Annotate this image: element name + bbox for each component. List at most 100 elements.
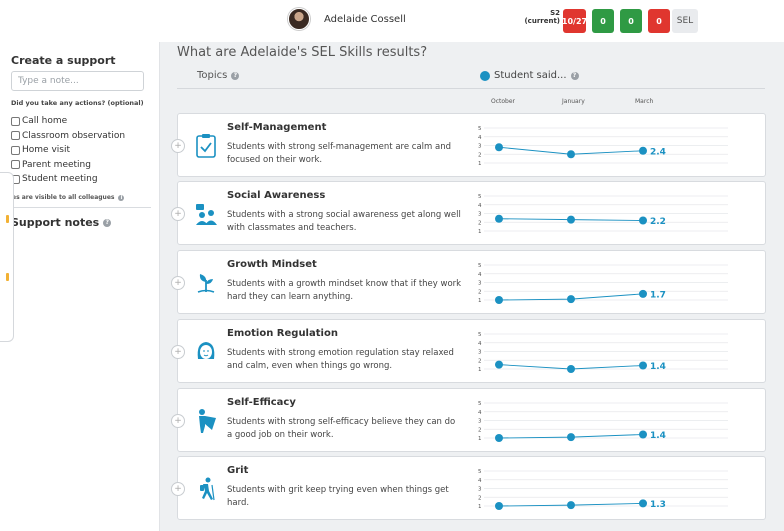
- y-tick-label: 4: [478, 272, 482, 278]
- value-label: 1.4: [650, 431, 666, 441]
- skill-title: Self-Efficacy: [227, 397, 296, 408]
- action-home-visit[interactable]: Home visit: [11, 143, 125, 158]
- y-tick-label: 2: [478, 495, 482, 501]
- visibility-note: Notes are visible to all colleagues i: [0, 194, 125, 201]
- superhero-icon: [199, 409, 216, 433]
- info-icon[interactable]: ?: [231, 71, 240, 80]
- collapse-handle[interactable]: [0, 172, 14, 342]
- topics-header: Topics ?: [197, 70, 240, 81]
- skill-title: Growth Mindset: [227, 259, 317, 270]
- value-label: 1.3: [650, 500, 666, 510]
- y-tick-label: 1: [478, 436, 482, 442]
- data-point: [495, 296, 503, 304]
- data-point: [495, 434, 503, 442]
- skill-trend-chart: 1 2 3 4 5 1.4: [478, 401, 728, 442]
- checkbox[interactable]: [11, 145, 20, 155]
- action-call-home[interactable]: Call home: [11, 114, 125, 129]
- data-point: [495, 502, 503, 510]
- month-label-january: January: [562, 98, 585, 105]
- data-point: [639, 289, 647, 298]
- expand-button[interactable]: +: [171, 276, 185, 290]
- expand-button[interactable]: +: [171, 207, 185, 221]
- assessment-badge[interactable]: 0: [648, 9, 670, 33]
- y-tick-label: 5: [478, 469, 482, 475]
- y-tick-label: 4: [478, 135, 482, 141]
- discipline-badge[interactable]: 0: [592, 9, 614, 33]
- header-divider: [177, 88, 765, 89]
- checkbox[interactable]: [11, 116, 20, 126]
- action-classroom-observation[interactable]: Classroom observation: [11, 129, 125, 144]
- skill-card-growth-mindset: + Growth Mindset Students with a growth …: [171, 250, 766, 314]
- skill-trend-chart: 1 2 3 4 5 2.4: [478, 126, 728, 167]
- action-label: Student meeting: [22, 174, 98, 185]
- create-support-panel: Create a support Did you take any action…: [0, 42, 160, 531]
- student-avatar: [288, 8, 310, 30]
- page-title: What are Adelaide's SEL Skills results?: [177, 45, 428, 60]
- y-tick-label: 4: [478, 203, 482, 209]
- actions-question: Did you take any actions? (optional): [11, 99, 144, 107]
- data-point: [639, 361, 647, 370]
- sel-results: What are Adelaide's SEL Skills results? …: [160, 42, 784, 531]
- expand-button[interactable]: +: [171, 414, 185, 428]
- y-tick-label: 4: [478, 478, 482, 484]
- data-point: [567, 501, 575, 510]
- highlight-mark: [6, 273, 9, 281]
- skill-title: Social Awareness: [227, 190, 326, 201]
- expand-button[interactable]: +: [171, 482, 185, 496]
- y-tick-label: 2: [478, 289, 482, 295]
- info-icon[interactable]: ?: [103, 218, 112, 227]
- data-point: [567, 150, 575, 159]
- skill-title: Self-Management: [227, 122, 327, 133]
- checkbox[interactable]: [11, 131, 20, 141]
- data-point: [567, 365, 575, 373]
- info-icon[interactable]: i: [118, 194, 125, 201]
- action-label: Classroom observation: [22, 130, 126, 141]
- y-tick-label: 1: [478, 229, 482, 235]
- skill-description: Students with strong self-management are…: [227, 142, 452, 165]
- student-name: Adelaide Cossell: [324, 13, 406, 25]
- y-tick-label: 5: [478, 194, 482, 200]
- skill-description: Students with strong emotion regulation …: [227, 348, 454, 371]
- expand-button[interactable]: +: [171, 345, 185, 359]
- checkbox[interactable]: [11, 160, 20, 170]
- student-header: Adelaide Cossell: [288, 8, 406, 30]
- people-chat-icon: [196, 204, 217, 225]
- skill-trend-chart: 1 2 3 4 5 1.7: [478, 263, 728, 304]
- skill-card-emotion-regulation: + Emotion Regulation Students with stron…: [171, 319, 766, 383]
- expand-button[interactable]: +: [171, 139, 185, 153]
- y-tick-label: 3: [478, 212, 482, 218]
- note-input[interactable]: [11, 71, 144, 91]
- semester-sub: (current): [524, 17, 560, 25]
- value-label: 1.7: [650, 290, 666, 300]
- y-tick-label: 1: [478, 504, 482, 510]
- info-icon[interactable]: ?: [570, 71, 579, 80]
- y-tick-label: 1: [478, 367, 482, 373]
- y-tick-label: 2: [478, 220, 482, 226]
- sel-tab[interactable]: SEL: [672, 9, 698, 33]
- action-label: Call home: [22, 116, 68, 127]
- y-tick-label: 5: [478, 332, 482, 338]
- y-tick-label: 5: [478, 126, 482, 132]
- y-tick-label: 3: [478, 350, 482, 356]
- support-notes-heading: Support notes ?: [11, 216, 112, 229]
- action-student-meeting[interactable]: Student meeting: [11, 172, 125, 187]
- grades-badge[interactable]: 0: [620, 9, 642, 33]
- highlight-mark: [6, 215, 9, 223]
- topics-label: Topics: [197, 70, 228, 81]
- month-label-march: March: [635, 98, 654, 105]
- divider: [11, 207, 151, 208]
- action-label: Parent meeting: [22, 159, 91, 170]
- skill-title: Emotion Regulation: [227, 328, 338, 339]
- y-tick-label: 3: [478, 281, 482, 287]
- hiker-icon: [200, 477, 215, 501]
- skill-description: Students with a growth mindset know that…: [227, 279, 462, 302]
- data-point: [495, 360, 503, 369]
- action-parent-meeting[interactable]: Parent meeting: [11, 158, 125, 173]
- skill-trend-chart: 1 2 3 4 5 1.3: [478, 469, 728, 510]
- value-label: 2.2: [650, 217, 666, 227]
- actions-checklist: Call home Classroom observation Home vis…: [11, 114, 125, 187]
- y-tick-label: 2: [478, 358, 482, 364]
- calm-face-icon: [197, 342, 215, 359]
- attendance-badge[interactable]: 10/27: [562, 9, 587, 33]
- skill-title: Grit: [227, 465, 249, 476]
